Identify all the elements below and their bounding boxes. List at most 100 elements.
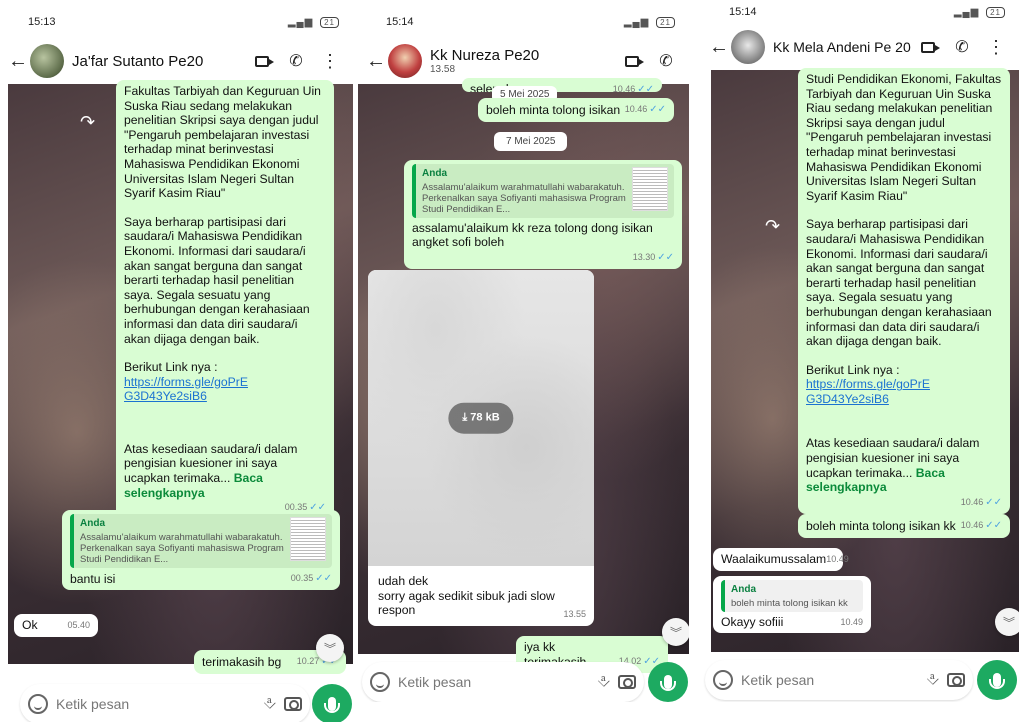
quoted-message[interactable]: Anda boleh minta tolong isikan kk [721, 580, 863, 612]
message-composer[interactable]: Ketik pesan ⎀ [362, 662, 644, 702]
quoted-message[interactable]: Anda Assalamu'alaikum warahmatullahi wab… [70, 514, 332, 568]
video-call-button[interactable] [245, 55, 279, 67]
voice-call-button[interactable]: ✆ [279, 51, 313, 71]
message-input[interactable]: Ketik pesan [398, 674, 589, 690]
voice-call-button[interactable]: ✆ [649, 51, 683, 71]
incoming-message[interactable]: Waalaikumussalam 10.49 [713, 548, 849, 571]
chat-area[interactable]: ↷ Studi Pendidikan Ekonomi, Fakultas Tar… [711, 68, 1019, 652]
scroll-down-button[interactable]: ︾ [662, 618, 689, 646]
chat-title-box[interactable]: Kk Nureza Pe20 13.58 [430, 47, 615, 75]
message-input[interactable]: Ketik pesan [741, 672, 918, 688]
message-text: Ok [22, 618, 38, 632]
status-time: 15:14 [729, 6, 757, 18]
chat-panel-1: 15:13 ▂▄▆ 21 ← Ja'far Sutanto Pe20 ✆ ⋮ ↷… [0, 0, 353, 722]
read-tick-icon: ✓✓ [985, 496, 1002, 508]
camera-icon[interactable] [618, 675, 636, 689]
message-time: 00.35 [290, 572, 314, 583]
message-time: 13.55 [563, 609, 586, 620]
message-time: 10.46 [624, 104, 648, 114]
read-tick-icon: ✓✓ [649, 104, 666, 115]
back-arrow-icon[interactable]: ← [366, 50, 388, 73]
chat-title-box[interactable]: Kk Mela Andeni Pe 20 [773, 39, 911, 55]
attach-icon[interactable]: ⎀ [263, 695, 276, 713]
message-composer[interactable]: Ketik pesan ⎀ [705, 660, 973, 700]
message-text: boleh minta tolong isikan kk [806, 519, 956, 533]
back-arrow-icon[interactable]: ← [709, 36, 731, 59]
outgoing-message[interactable]: boleh minta tolong isikan 10.46 ✓✓ [478, 98, 674, 122]
message-composer[interactable]: Ketik pesan ⎀ [20, 684, 310, 722]
mic-button[interactable] [648, 662, 688, 702]
incoming-message[interactable]: Ok 05.40 [14, 614, 98, 637]
chat-area[interactable]: selengkapnya 10.46✓✓ 5 Mei 2025 boleh mi… [358, 78, 689, 674]
video-call-icon [625, 55, 644, 67]
menu-button[interactable]: ⋮ [979, 37, 1013, 57]
emoji-icon[interactable] [28, 694, 48, 714]
mic-icon [324, 697, 340, 713]
message-text: Saya berharap partisipasi dari saudara/i… [806, 217, 992, 349]
incoming-reply-message[interactable]: Anda boleh minta tolong isikan kk Okayy … [713, 576, 871, 634]
message-text: assalamu'alaikum kk reza tolong dong isi… [412, 220, 653, 250]
emoji-icon[interactable] [713, 670, 733, 690]
menu-button[interactable]: ⋮ [313, 52, 347, 70]
avatar[interactable] [731, 30, 765, 64]
forward-icon[interactable]: ↷ [80, 112, 95, 133]
camera-icon[interactable] [947, 673, 965, 687]
chat-title-box[interactable]: Ja'far Sutanto Pe20 [72, 53, 245, 70]
message-time: 10.46 [960, 496, 984, 507]
reply-message[interactable]: Anda Assalamu'alaikum warahmatullahi wab… [62, 510, 340, 591]
download-button[interactable]: ⤓ 78 kB [448, 402, 514, 434]
quoted-message[interactable]: Anda Assalamu'alaikum warahmatullahi wab… [412, 164, 674, 218]
message-text: boleh minta tolong isikan [486, 103, 621, 117]
reply-message[interactable]: Anda Assalamu'alaikum warahmatullahi wab… [404, 160, 682, 270]
form-link[interactable]: https://forms.gle/goPrEG3D43Ye2siB6 [124, 375, 254, 404]
incoming-image-message[interactable]: ⤓ 78 kB udah dek sorry agak sedikit sibu… [368, 270, 594, 626]
read-tick-icon: ✓✓ [985, 520, 1002, 531]
video-call-icon [255, 55, 274, 67]
chevron-double-down-icon: ︾ [1002, 615, 1015, 630]
video-call-button[interactable] [615, 55, 649, 67]
forwarded-message[interactable]: Fakultas Tarbiyah dan Keguruan Uin Suska… [116, 80, 334, 520]
mic-icon [660, 675, 676, 691]
document-thumbnail [290, 517, 326, 561]
download-size: 78 kB [470, 411, 500, 424]
video-call-button[interactable] [911, 41, 945, 53]
phone-icon: ✆ [289, 53, 303, 70]
image-preview[interactable]: ⤓ 78 kB [368, 270, 594, 566]
voice-call-button[interactable]: ✆ [945, 37, 979, 57]
message-text: Fakultas Tarbiyah dan Keguruan Uin Suska… [124, 84, 321, 201]
attach-icon[interactable]: ⎀ [597, 673, 610, 691]
outgoing-message[interactable]: boleh minta tolong isikan kk 10.46 ✓✓ [798, 514, 1010, 538]
message-time: 10.27 [296, 656, 320, 666]
scroll-down-button[interactable]: ︾ [316, 634, 344, 662]
avatar[interactable] [388, 44, 422, 78]
message-time: 13.30 [632, 251, 656, 262]
message-text: Studi Pendidikan Ekonomi, Fakultas Tarbi… [806, 72, 1002, 203]
forward-icon[interactable]: ↷ [765, 216, 780, 237]
forwarded-message[interactable]: Studi Pendidikan Ekonomi, Fakultas Tarbi… [798, 68, 1010, 515]
chat-area[interactable]: ↷ Fakultas Tarbiyah dan Keguruan Uin Sus… [8, 80, 353, 674]
message-input[interactable]: Ketik pesan [56, 696, 255, 712]
scroll-down-button[interactable]: ︾ [995, 608, 1019, 636]
chat-title: Ja'far Sutanto Pe20 [72, 52, 204, 70]
back-arrow-icon[interactable]: ← [8, 50, 30, 73]
quote-body: boleh minta tolong isikan kk [731, 597, 848, 609]
message-text: Okayy sofiii [721, 614, 784, 629]
system-nav-bar [701, 702, 1019, 712]
more-vert-icon: ⋮ [987, 37, 1005, 57]
camera-icon[interactable] [284, 697, 302, 711]
emoji-icon[interactable] [370, 672, 390, 692]
avatar[interactable] [30, 44, 64, 78]
message-text: udah dek sorry agak sedikit sibuk jadi s… [378, 574, 555, 618]
mic-button[interactable] [977, 660, 1017, 700]
attach-icon[interactable]: ⎀ [926, 671, 939, 689]
message-text: terimakasih bg [202, 655, 282, 669]
last-seen: 13.58 [430, 64, 456, 75]
form-link[interactable]: https://forms.gle/goPrEG3D43Ye2siB6 [806, 377, 936, 406]
mic-icon [989, 673, 1005, 689]
mic-button[interactable] [312, 684, 352, 722]
message-text: Atas kesediaan saudara/i dalam pengisian… [806, 436, 980, 480]
battery-icon: 21 [986, 6, 1005, 18]
message-text: Saya berharap partisipasi dari saudara/i… [124, 214, 310, 346]
message-time: 10.46 [612, 84, 636, 92]
message-time: 05.40 [67, 620, 90, 630]
